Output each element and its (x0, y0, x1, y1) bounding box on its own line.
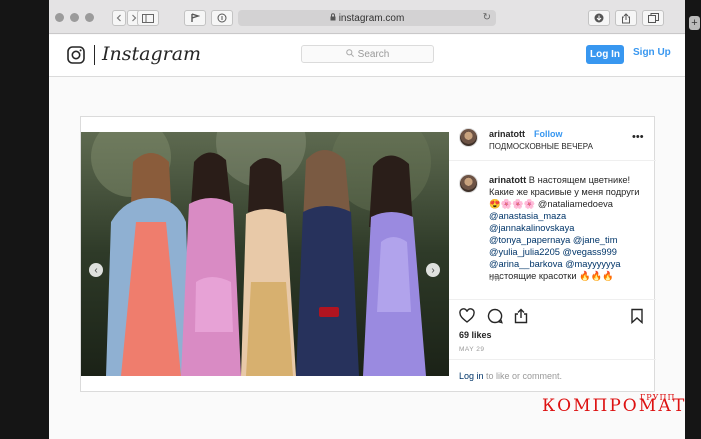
share-icon[interactable] (615, 10, 637, 26)
post-caption: arinatott В настоящем цветнике! Какие же… (489, 174, 651, 282)
like-heart-icon[interactable] (459, 308, 475, 324)
instagram-camera-icon[interactable] (67, 46, 85, 64)
post-username[interactable]: arinatott (489, 129, 525, 139)
caption-line-3: 😍🌸🌸🌸 @nataliamedoeva (489, 199, 613, 209)
reload-icon[interactable]: ↻ (483, 12, 491, 23)
minimize-window-icon[interactable] (70, 13, 79, 22)
lock-icon (330, 12, 336, 24)
post-date: MAY 29 (459, 346, 485, 353)
post-photo[interactable]: ‹ › (81, 132, 449, 376)
caption-age: 4w (489, 273, 501, 283)
share-post-icon[interactable] (513, 308, 529, 324)
new-tab-icon[interactable]: + (689, 16, 700, 30)
comment-prompt: Log in to like or comment. (449, 359, 656, 393)
likes-count[interactable]: 69 likes (459, 330, 492, 340)
avatar[interactable] (459, 128, 478, 147)
post-sidebar: arinatott Follow ПОДМОСКОВНЫЕ ВЕЧЕРА •••… (449, 117, 656, 393)
watermark-text: КОМПРОМАТ (542, 396, 687, 416)
search-placeholder: Search (357, 48, 390, 60)
caption-line-1: В настоящем цветнике! (528, 175, 631, 185)
search-input[interactable]: Search (301, 45, 434, 63)
url-text: instagram.com (338, 12, 405, 24)
instagram-header: Instagram Search Log In Sign Up (49, 35, 685, 77)
back-icon[interactable] (112, 10, 126, 26)
signup-link[interactable]: Sign Up (633, 47, 671, 58)
download-icon[interactable] (588, 10, 610, 26)
login-link[interactable]: Log in (459, 371, 484, 381)
close-window-icon[interactable] (55, 13, 64, 22)
bookmark-icon[interactable] (184, 10, 206, 26)
group-photo-image (81, 132, 449, 376)
window-controls (55, 13, 94, 22)
carousel-prev-button[interactable]: ‹ (89, 263, 103, 277)
comment-prompt-text: to like or comment. (483, 371, 563, 381)
login-button[interactable]: Log In (586, 45, 624, 64)
caption-username[interactable]: arinatott (489, 175, 526, 185)
post-actions: 69 likes MAY 29 (449, 299, 656, 359)
post-card: ‹ › arinatott Follow ПОДМОСКОВНЫЕ ВЕЧЕРА… (80, 116, 656, 393)
zoom-window-icon[interactable] (85, 13, 94, 22)
caption-avatar[interactable] (459, 174, 478, 193)
instagram-wordmark[interactable]: Instagram (102, 43, 201, 65)
logo-divider (94, 45, 95, 65)
caption-tags-3[interactable]: @yulia_julia2205 @vegass999 (489, 246, 651, 258)
browser-window: instagram.com ↻ Instagram Search Log In (49, 0, 685, 439)
address-bar[interactable]: instagram.com ↻ (238, 10, 496, 26)
caption-tags-2[interactable]: @tonya_papernaya @jane_tim (489, 234, 651, 246)
caption-line-last: настоящие красотки 🔥🔥🔥 (489, 271, 614, 281)
sidebar-icon[interactable] (137, 10, 159, 26)
caption-tags-4[interactable]: @arina__barkova @mayyyyyya (489, 258, 651, 270)
comment-icon[interactable] (487, 308, 503, 324)
post-header: arinatott Follow ПОДМОСКОВНЫЕ ВЕЧЕРА ••• (449, 117, 656, 161)
follow-button[interactable]: Follow (534, 129, 563, 139)
save-bookmark-icon[interactable] (629, 308, 645, 324)
caption-tags-1[interactable]: @anastasia_maza @jannakalinovskaya (489, 210, 651, 234)
caption-line-2: Какие же красивые у меня подруги (489, 187, 640, 197)
post-location[interactable]: ПОДМОСКОВНЫЕ ВЕЧЕРА (489, 142, 593, 151)
tabs-icon[interactable] (642, 10, 664, 26)
browser-toolbar: instagram.com ↻ (49, 0, 685, 34)
carousel-next-button[interactable]: › (426, 263, 440, 277)
privacy-icon[interactable] (211, 10, 233, 26)
more-options-icon[interactable]: ••• (632, 131, 644, 143)
search-icon (345, 48, 354, 60)
